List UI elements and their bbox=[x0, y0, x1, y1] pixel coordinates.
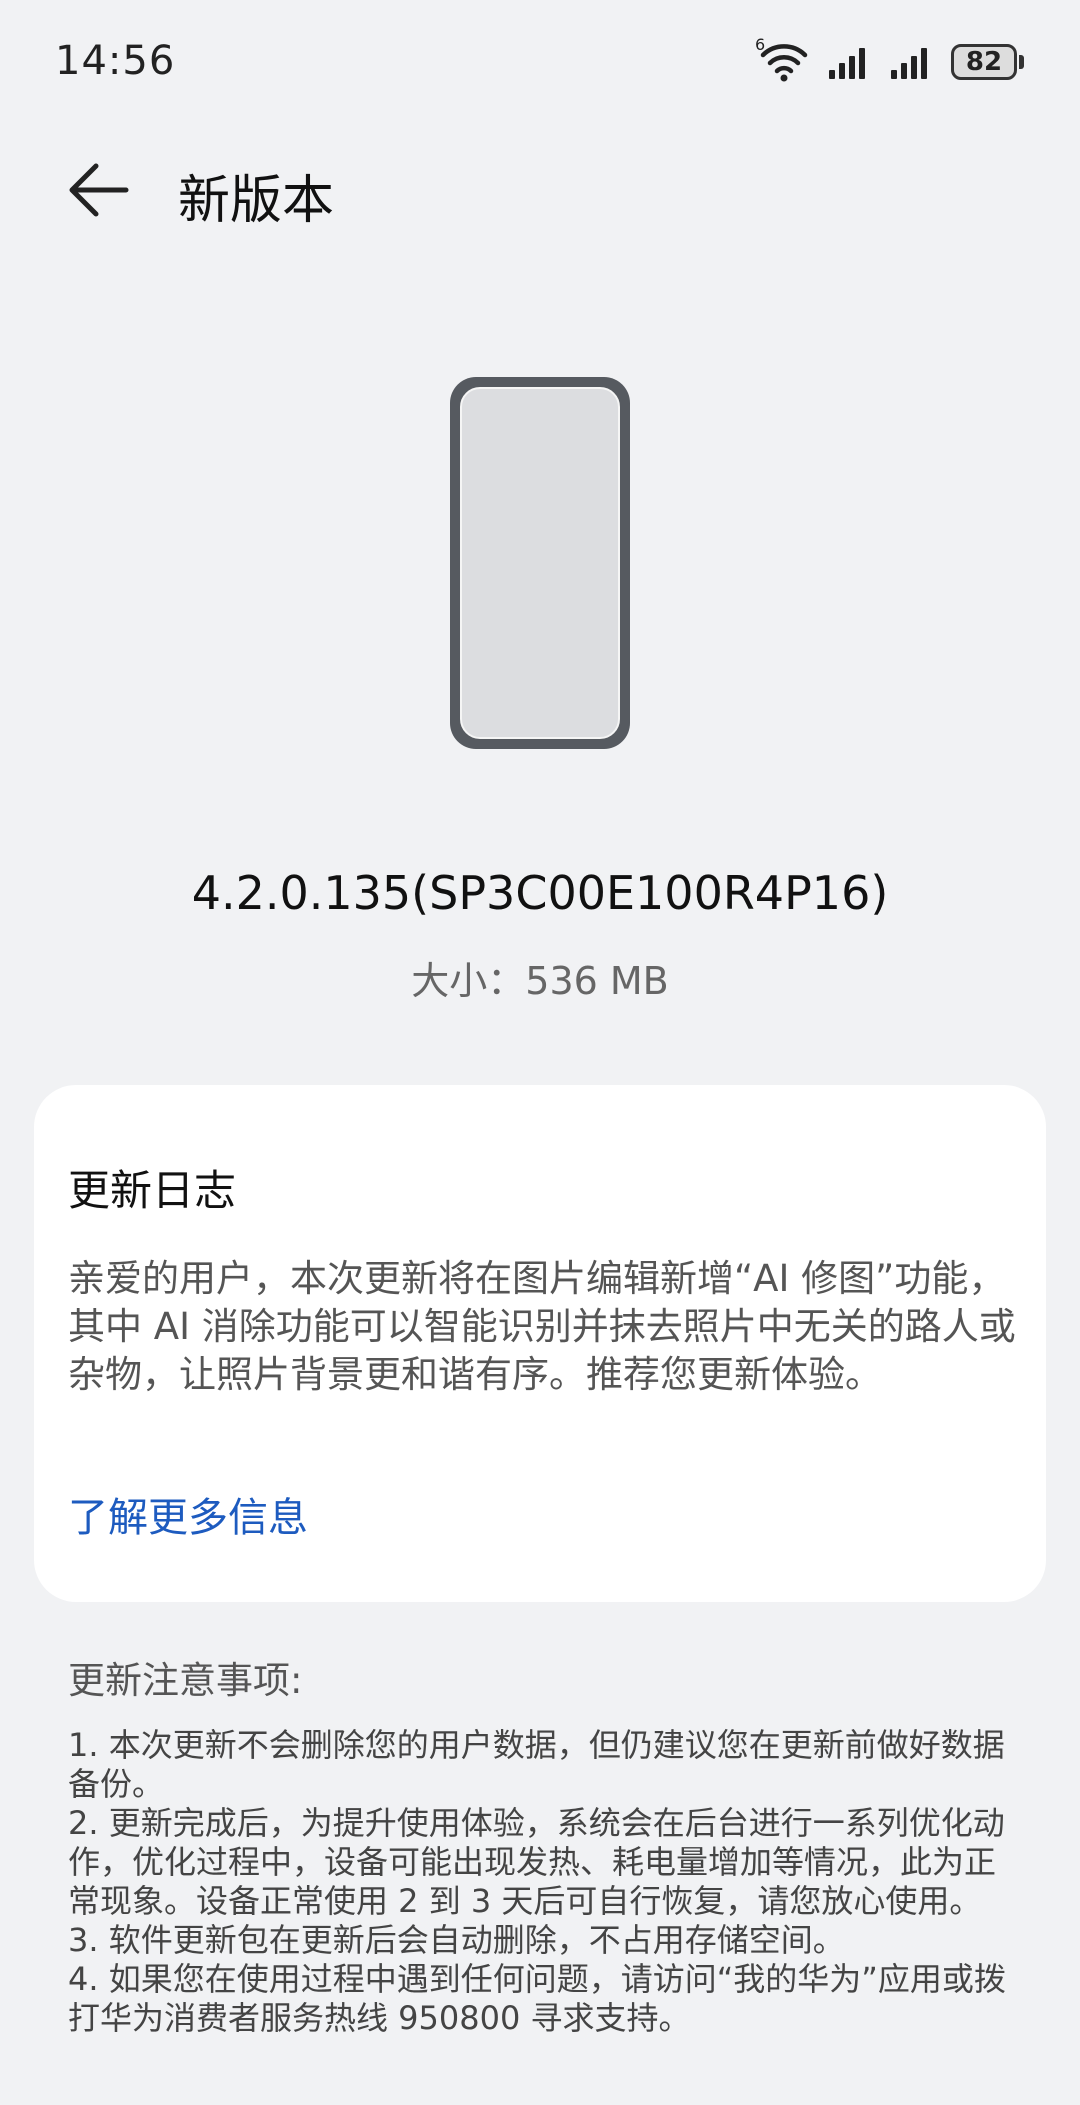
back-arrow-icon bbox=[69, 163, 129, 217]
list-item: 2. 更新完成后，为提升使用体验，系统会在后台进行一系列优化动作，优化过程中，设… bbox=[68, 1804, 1005, 1920]
signal-icon bbox=[827, 44, 873, 80]
notes-list: 1. 本次更新不会删除您的用户数据，但仍建议您在更新前做好数据备份。 2. 更新… bbox=[68, 1726, 1018, 2038]
changelog-body: 亲爱的用户，本次更新将在图片编辑新增“AI 修图”功能，其中 AI 消除功能可以… bbox=[68, 1257, 1016, 1396]
signal-icon-2 bbox=[889, 44, 935, 80]
notes-title: 更新注意事项: bbox=[68, 1659, 303, 1702]
phone-illustration bbox=[450, 377, 630, 749]
changelog-card: 更新日志 亲爱的用户，本次更新将在图片编辑新增“AI 修图”功能，其中 AI 消… bbox=[34, 1085, 1046, 1602]
wifi-icon: 6 bbox=[755, 35, 811, 83]
battery-tip bbox=[1019, 55, 1024, 69]
battery-level: 82 bbox=[951, 44, 1017, 80]
size-text: 大小：536 MB bbox=[411, 959, 669, 1003]
battery-icon: 82 bbox=[951, 44, 1024, 80]
status-icons: 6 82 bbox=[755, 35, 1024, 84]
changelog-title: 更新日志 bbox=[68, 1166, 237, 1215]
back-button[interactable] bbox=[66, 158, 136, 222]
version-text: 4.2.0.135(SP3C00E100R4P16) bbox=[191, 866, 889, 920]
page-title: 新版本 bbox=[178, 171, 335, 231]
status-time: 14:56 bbox=[55, 38, 176, 84]
header: 新版本 bbox=[0, 140, 1080, 240]
wifi-tag: 6 bbox=[755, 35, 766, 54]
list-item: 3. 软件更新包在更新后会自动删除，不占用存储空间。 bbox=[68, 1921, 845, 1959]
list-item: 1. 本次更新不会删除您的用户数据，但仍建议您在更新前做好数据备份。 bbox=[68, 1726, 1005, 1803]
screen: 14:56 6 82 新版本 4.2.0.135(SP3C00E100R4P16… bbox=[0, 0, 1080, 2105]
list-item: 4. 如果您在使用过程中遇到任何问题，请访问“我的华为”应用或拨打华为消费者服务… bbox=[68, 1960, 1006, 2037]
phone-screen bbox=[460, 387, 620, 739]
status-bar: 14:56 6 82 bbox=[0, 0, 1080, 120]
learn-more-link[interactable]: 了解更多信息 bbox=[68, 1485, 308, 1543]
